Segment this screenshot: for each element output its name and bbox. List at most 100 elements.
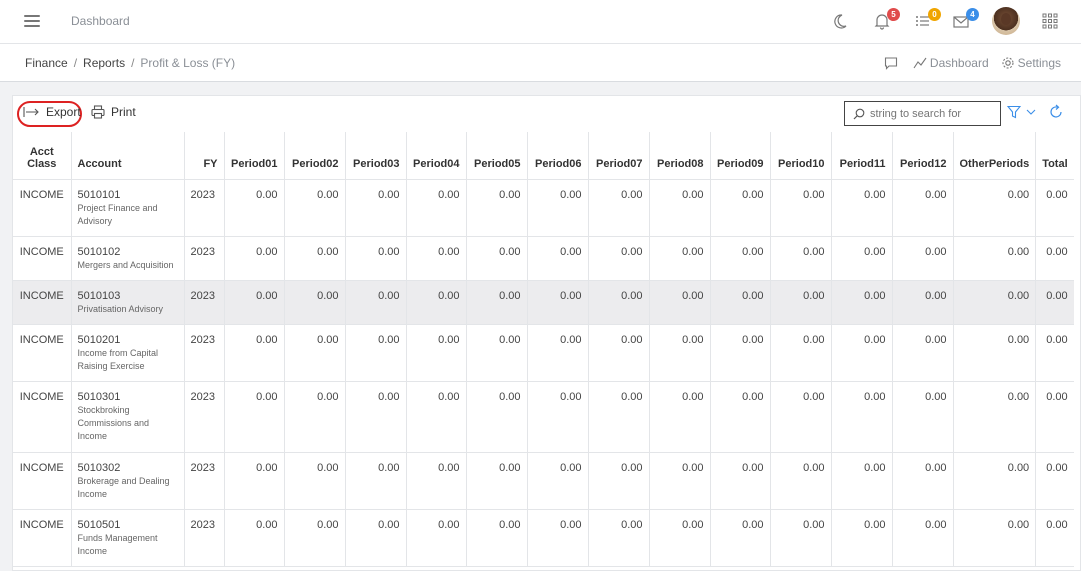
amount-cell: 0.00	[405, 381, 466, 453]
amount-cell: 0.00	[344, 236, 406, 281]
table-row[interactable]: INCOME 5010102 Mergers and Acquisition 2023…	[13, 236, 1074, 281]
breadcrumb: Finance / Reports / Profit & Loss (FY)	[25, 56, 236, 70]
amount-cell: 0.00	[587, 381, 649, 453]
amount-cell: 0.00	[465, 509, 527, 567]
amount-cell: 0.00	[891, 381, 953, 453]
amount-cell: 0.00	[952, 509, 1036, 567]
column-header[interactable]: Acct Class	[13, 132, 71, 180]
column-header[interactable]: Total	[1035, 132, 1074, 180]
acct-class-cell: INCOME	[13, 509, 71, 567]
menu-icon[interactable]	[24, 15, 40, 27]
amount-cell: 0.00	[526, 381, 588, 453]
amount-cell: 0.00	[223, 280, 284, 325]
amount-cell: 0.00	[769, 280, 831, 325]
column-header[interactable]: Period02	[283, 132, 345, 180]
bell-icon[interactable]: 5	[874, 8, 900, 32]
chevron-down-icon	[1026, 109, 1036, 115]
fy-cell: 2023	[183, 280, 224, 325]
refresh-icon	[1050, 104, 1062, 118]
account-code: 5010101	[77, 188, 121, 201]
amount-cell: 0.00	[587, 452, 649, 510]
amount-cell: 0.00	[648, 509, 710, 567]
column-header[interactable]: Period12	[891, 132, 953, 180]
mail-icon[interactable]: 4	[953, 8, 979, 32]
dashboard-link[interactable]: Dashboard	[913, 56, 989, 70]
comment-icon	[884, 57, 897, 70]
table-row[interactable]: INCOME 5010301 Stockbroking Commissions an…	[13, 381, 1074, 453]
table-row[interactable]: INCOME 5010101 Project Finance and Advisor…	[13, 179, 1074, 237]
amount-cell: 0.00	[405, 179, 466, 237]
column-header[interactable]: Account	[70, 132, 184, 180]
amount-cell: 0.00	[830, 236, 892, 281]
settings-link[interactable]: Settings	[1001, 56, 1061, 70]
column-header[interactable]: Period04	[405, 132, 466, 180]
export-button[interactable]: Export	[23, 105, 81, 119]
account-name: Privatisation Advisory	[77, 303, 164, 314]
fy-cell: 2023	[183, 236, 224, 281]
column-header[interactable]: Period11	[830, 132, 892, 180]
column-header[interactable]: Period10	[769, 132, 831, 180]
breadcrumb-reports[interactable]: Reports	[83, 56, 125, 70]
printer-icon	[91, 105, 105, 119]
account-cell: 5010201 Income from Capital Raising Exerc…	[70, 324, 184, 382]
print-button[interactable]: Print	[91, 105, 136, 119]
account-code: 5010201	[77, 333, 121, 346]
amount-cell: 0.00	[283, 509, 345, 567]
column-header[interactable]: OtherPeriods	[952, 132, 1036, 180]
apps-grid-icon[interactable]	[1042, 13, 1062, 33]
amount-cell: 0.00	[587, 509, 649, 567]
amount-cell: 0.00	[648, 179, 710, 237]
amount-cell: 0.00	[952, 324, 1036, 382]
amount-cell: 0.00	[648, 236, 710, 281]
column-header[interactable]: Period09	[709, 132, 770, 180]
refresh-button[interactable]	[1048, 104, 1064, 125]
tasks-icon[interactable]: 0	[915, 8, 941, 32]
amount-cell: 0.00	[223, 509, 284, 567]
amount-cell: 0.00	[1035, 280, 1074, 325]
amount-cell: 0.00	[223, 324, 284, 382]
pnl-table: Acct Class Account FY Period01 Period02 Perio…	[13, 132, 1074, 567]
amount-cell: 0.00	[283, 452, 345, 510]
search-input[interactable]	[870, 107, 990, 120]
top-navbar: Dashboard 5 0 4	[0, 0, 1081, 44]
breadcrumb-finance[interactable]: Finance	[25, 56, 68, 70]
amount-cell: 0.00	[1035, 236, 1074, 281]
amount-cell: 0.00	[769, 452, 831, 510]
amount-cell: 0.00	[344, 280, 406, 325]
column-header[interactable]: Period01	[223, 132, 284, 180]
moon-icon[interactable]	[834, 12, 854, 32]
amount-cell: 0.00	[465, 381, 527, 453]
amount-cell: 0.00	[709, 280, 770, 325]
fy-cell: 2023	[183, 324, 224, 382]
acct-class-cell: INCOME	[13, 452, 71, 510]
amount-cell: 0.00	[283, 236, 345, 281]
fy-cell: 2023	[183, 179, 224, 237]
breadcrumb-current: Profit & Loss (FY)	[140, 56, 236, 70]
search-icon	[853, 108, 865, 119]
amount-cell: 0.00	[830, 324, 892, 382]
amount-cell: 0.00	[223, 452, 284, 510]
column-header[interactable]: Period08	[648, 132, 710, 180]
filter-button[interactable]	[1007, 105, 1037, 119]
report-panel: Export Print Acct ClassAccountFYPeriod01…	[12, 95, 1081, 571]
table-row[interactable]: INCOME 5010302 Brokerage and Dealing Incom…	[13, 452, 1074, 510]
amount-cell: 0.00	[465, 452, 527, 510]
column-header[interactable]: Period06	[526, 132, 588, 180]
amount-cell: 0.00	[1035, 324, 1074, 382]
account-name: Income from Capital Raising Exercise	[77, 347, 159, 371]
column-header[interactable]: Period07	[587, 132, 649, 180]
table-row[interactable]: INCOME 5010201 Income from Capital Raising…	[13, 324, 1074, 382]
amount-cell: 0.00	[952, 280, 1036, 325]
column-header[interactable]: FY	[183, 132, 224, 180]
user-avatar[interactable]	[992, 7, 1020, 35]
comment-button[interactable]	[884, 56, 901, 70]
column-header[interactable]: Period03	[344, 132, 406, 180]
amount-cell: 0.00	[405, 324, 466, 382]
table-row[interactable]: INCOME 5010103 Privatisation Advisory 2023 0…	[13, 280, 1074, 325]
search-box[interactable]	[844, 101, 1001, 126]
table-row[interactable]: INCOME 5010501 Funds Management Income 2023…	[13, 509, 1074, 567]
amount-cell: 0.00	[465, 280, 527, 325]
amount-cell: 0.00	[830, 509, 892, 567]
amount-cell: 0.00	[283, 324, 345, 382]
column-header[interactable]: Period05	[465, 132, 527, 180]
